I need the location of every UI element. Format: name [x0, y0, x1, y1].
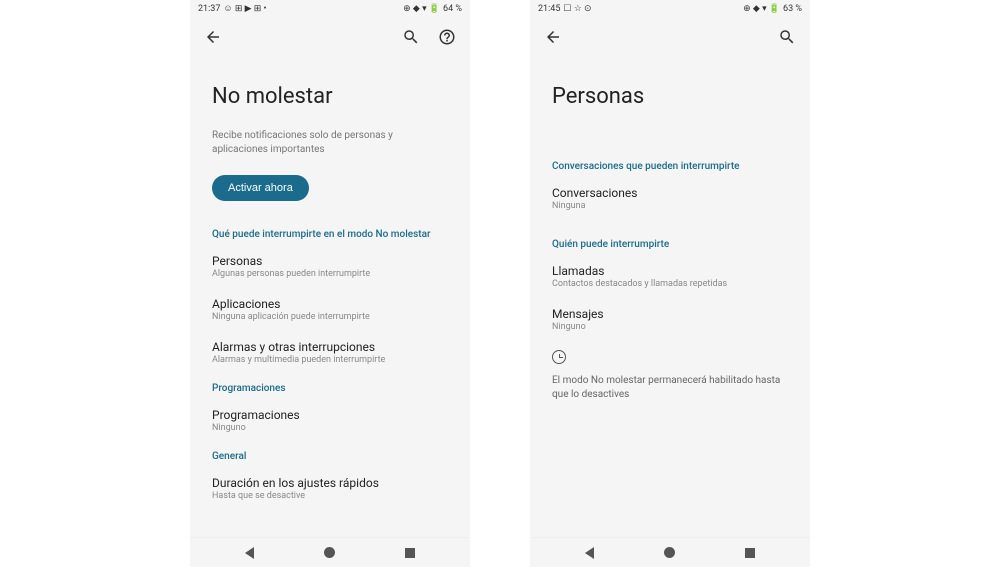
activate-button[interactable]: Activar ahora [212, 175, 309, 201]
setting-title: Personas [212, 254, 448, 268]
nav-home-icon[interactable] [324, 547, 335, 558]
setting-personas[interactable]: Personas Algunas personas pueden interru… [212, 254, 448, 279]
content-area: No molestar Recibe notificaciones solo d… [190, 56, 470, 537]
setting-mensajes[interactable]: Mensajes Ninguno [552, 307, 788, 332]
setting-title: Llamadas [552, 264, 788, 278]
setting-aplicaciones[interactable]: Aplicaciones Ninguna aplicación puede in… [212, 297, 448, 322]
status-left-icons: ☺ ⊞ ▶ ⊞ • [223, 5, 266, 14]
section-header-general: General [212, 451, 448, 462]
setting-title: Duración en los ajustes rápidos [212, 476, 448, 490]
nav-home-icon[interactable] [664, 547, 675, 558]
setting-subtitle: Ninguno [552, 322, 788, 332]
setting-programaciones[interactable]: Programaciones Ninguno [212, 408, 448, 433]
toolbar [530, 18, 810, 56]
setting-subtitle: Alarmas y multimedia pueden interrumpirt… [212, 355, 448, 365]
status-time: 21:37 [198, 5, 220, 14]
info-text: El modo No molestar permanecerá habilita… [552, 374, 788, 402]
section-header-interruptions: Qué puede interrumpirte en el modo No mo… [212, 229, 448, 240]
setting-subtitle: Ninguno [212, 423, 448, 433]
setting-subtitle: Algunas personas pueden interrumpirte [212, 269, 448, 279]
nav-recent-icon[interactable] [745, 548, 755, 558]
setting-conversaciones[interactable]: Conversaciones Ninguna [552, 186, 788, 211]
status-battery: 63 % [783, 5, 802, 14]
clock-icon [552, 350, 566, 364]
setting-title: Mensajes [552, 307, 788, 321]
setting-title: Programaciones [212, 408, 448, 422]
setting-title: Conversaciones [552, 186, 788, 200]
status-battery: 64 % [443, 5, 462, 14]
page-title: No molestar [212, 84, 448, 109]
nav-back-icon[interactable] [245, 547, 254, 559]
back-arrow-icon[interactable] [544, 28, 562, 46]
content-area: Personas Conversaciones que pueden inter… [530, 56, 810, 537]
setting-subtitle: Hasta que se desactive [212, 491, 448, 501]
nav-recent-icon[interactable] [405, 548, 415, 558]
section-header-conversaciones: Conversaciones que pueden interrumpirte [552, 161, 788, 172]
navigation-bar [190, 537, 470, 567]
phone-screen-right: 21:45 ☐ ☆ ⊙ ⊕ ◆ ▾ 🔋 63 % Personas Conver… [530, 0, 810, 567]
setting-alarmas[interactable]: Alarmas y otras interrupciones Alarmas y… [212, 340, 448, 365]
search-icon[interactable] [402, 28, 420, 46]
setting-duracion[interactable]: Duración en los ajustes rápidos Hasta qu… [212, 476, 448, 501]
navigation-bar [530, 537, 810, 567]
help-icon[interactable] [438, 28, 456, 46]
status-right-icons: ⊕ ◆ ▾ 🔋 [743, 5, 780, 14]
setting-subtitle: Ninguna aplicación puede interrumpirte [212, 312, 448, 322]
search-icon[interactable] [778, 28, 796, 46]
status-bar: 21:45 ☐ ☆ ⊙ ⊕ ◆ ▾ 🔋 63 % [530, 0, 810, 18]
status-bar: 21:37 ☺ ⊞ ▶ ⊞ • ⊕ ◆ ▾ 🔋 64 % [190, 0, 470, 18]
info-block: El modo No molestar permanecerá habilita… [552, 350, 788, 402]
nav-back-icon[interactable] [585, 547, 594, 559]
setting-title: Aplicaciones [212, 297, 448, 311]
page-title: Personas [552, 84, 788, 109]
setting-subtitle: Contactos destacados y llamadas repetida… [552, 279, 788, 289]
status-left-icons: ☐ ☆ ⊙ [563, 5, 591, 14]
setting-title: Alarmas y otras interrupciones [212, 340, 448, 354]
back-arrow-icon[interactable] [204, 28, 222, 46]
toolbar [190, 18, 470, 56]
section-header-quien: Quién puede interrumpirte [552, 239, 788, 250]
status-time: 21:45 [538, 5, 560, 14]
section-header-programaciones: Programaciones [212, 383, 448, 394]
page-subtitle: Recibe notificaciones solo de personas y… [212, 129, 448, 157]
setting-llamadas[interactable]: Llamadas Contactos destacados y llamadas… [552, 264, 788, 289]
status-right-icons: ⊕ ◆ ▾ 🔋 [403, 5, 440, 14]
phone-screen-left: 21:37 ☺ ⊞ ▶ ⊞ • ⊕ ◆ ▾ 🔋 64 % No molestar… [190, 0, 470, 567]
setting-subtitle: Ninguna [552, 201, 788, 211]
